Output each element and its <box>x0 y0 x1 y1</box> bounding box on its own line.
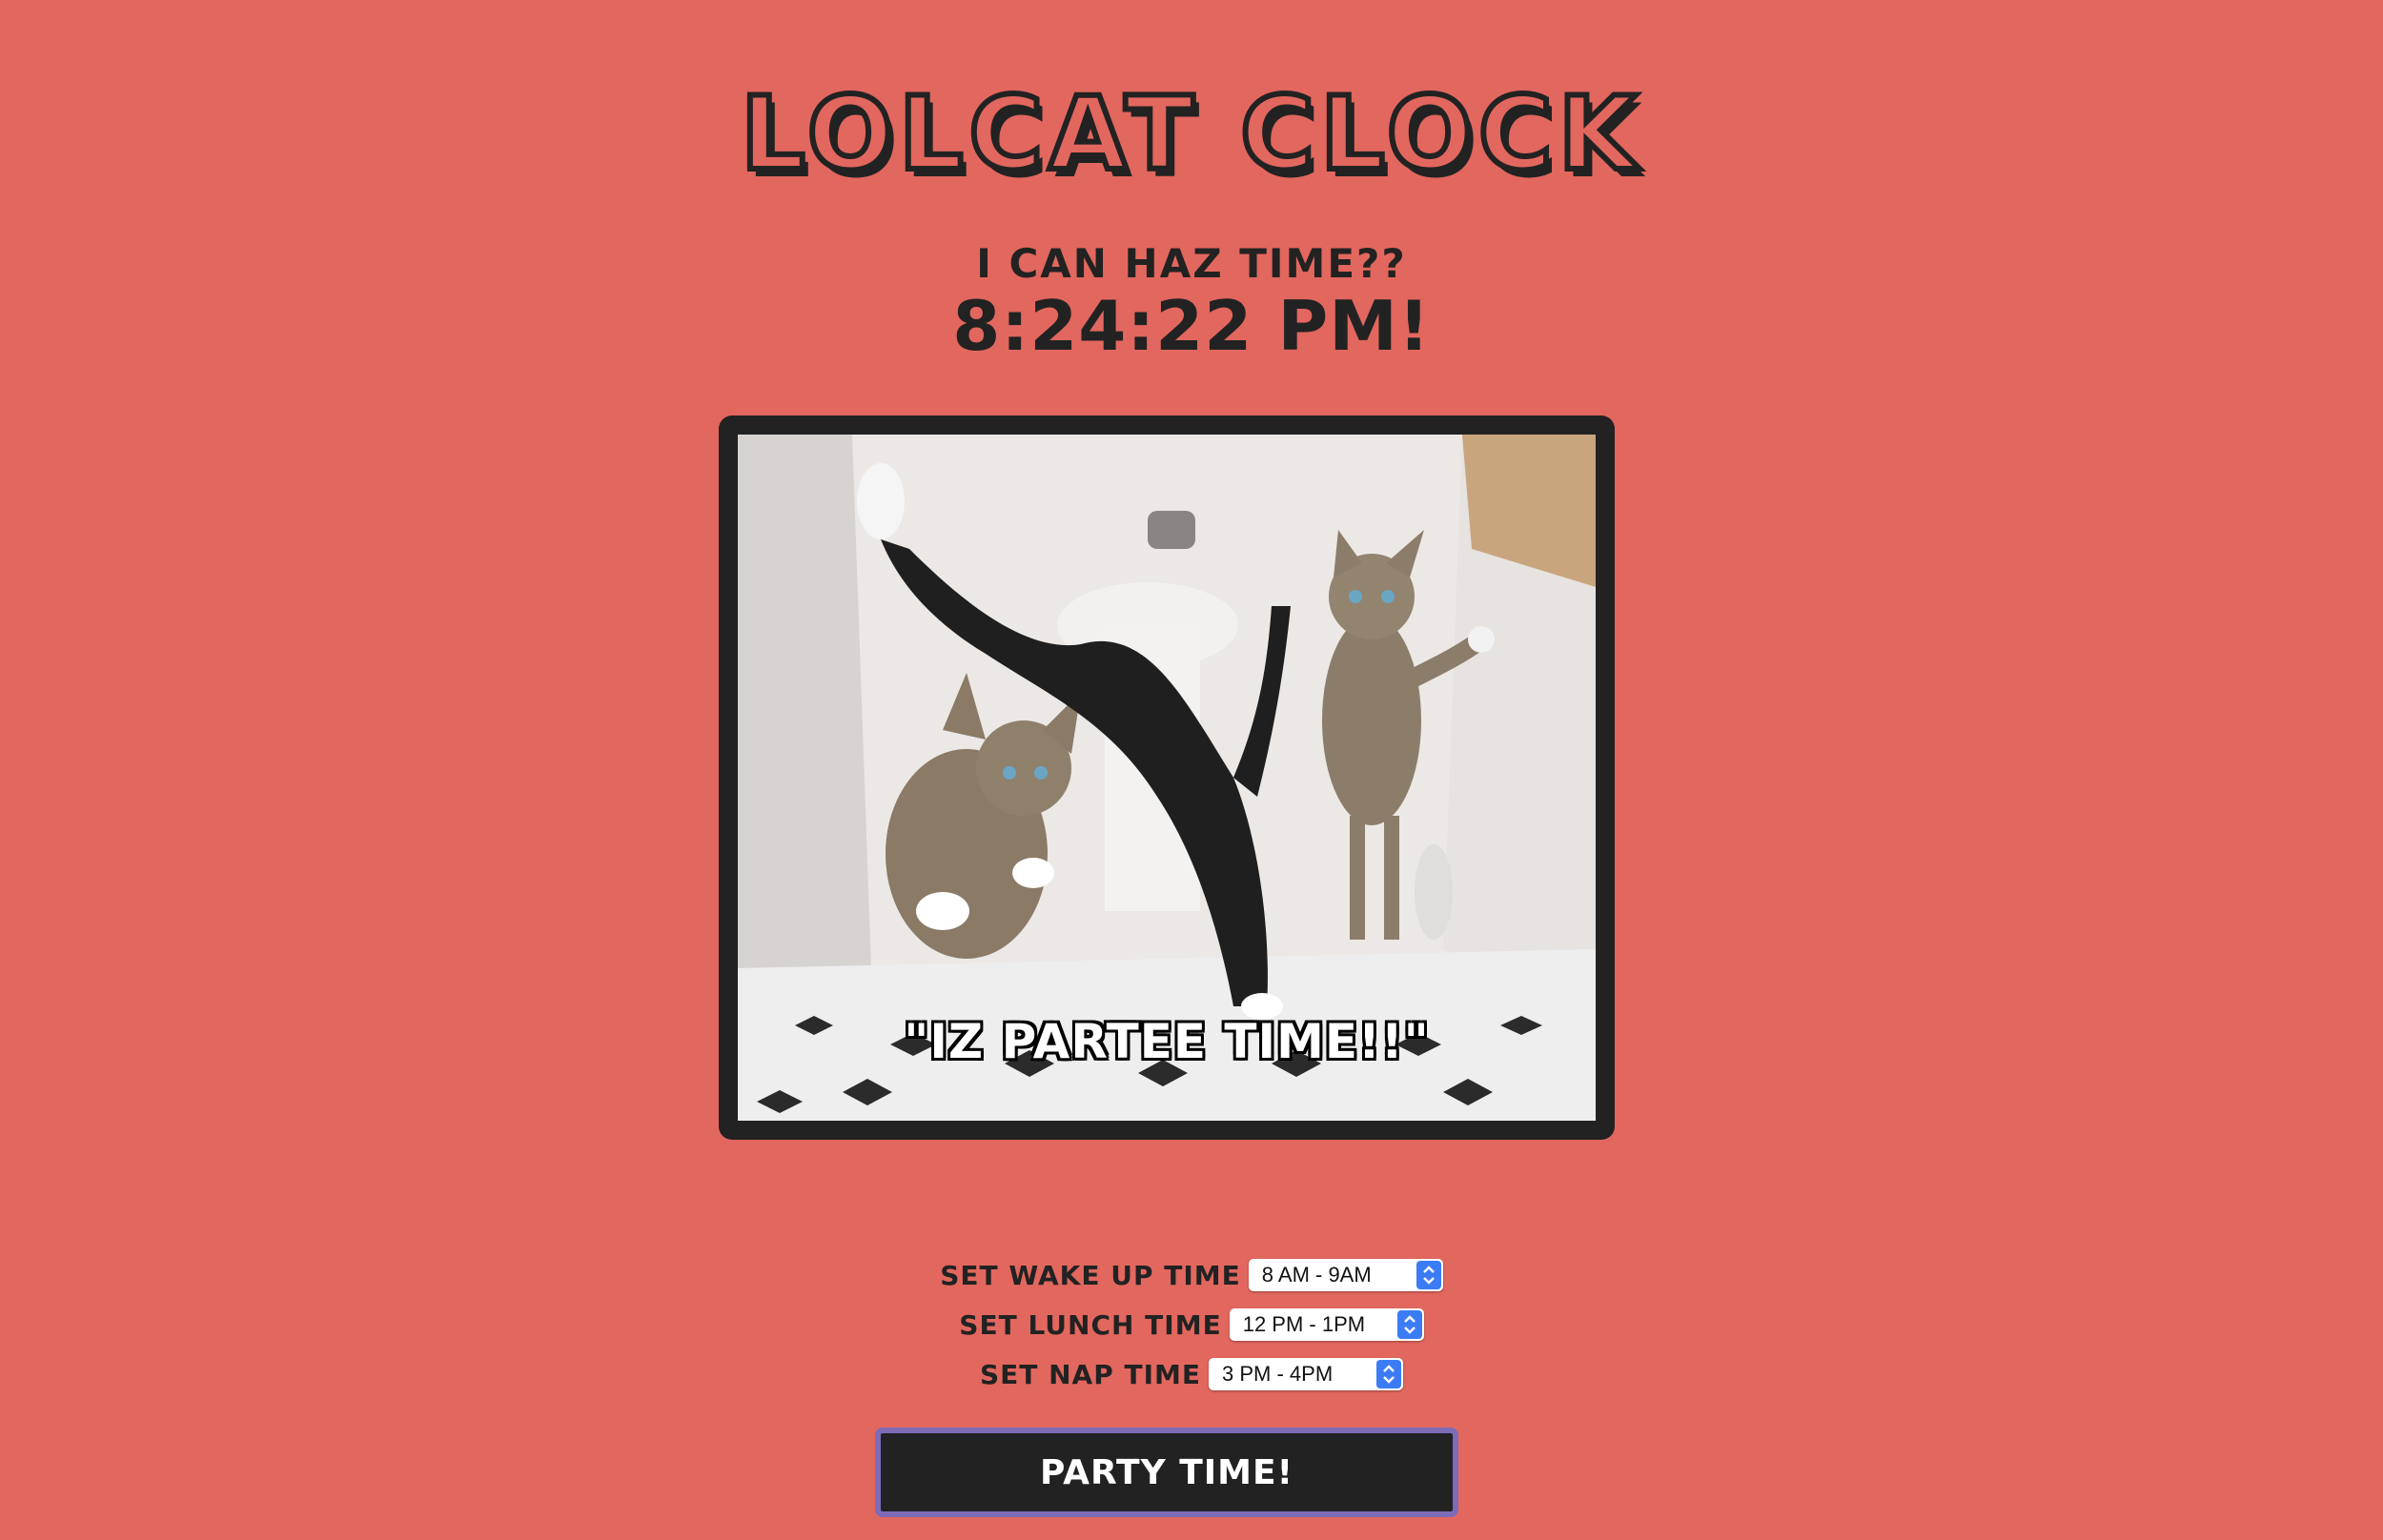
lunch-row: SET LUNCH TIME 12 PM - 1PM <box>0 1300 2383 1349</box>
select-arrows-icon <box>1376 1360 1402 1388</box>
select-arrows-icon <box>1396 1310 1422 1339</box>
lolcat-image: "IZ PARTEE TIME!!" <box>738 435 1596 1121</box>
wake-up-label: SET WAKE UP TIME <box>940 1259 1241 1291</box>
lunch-value: 12 PM - 1PM <box>1242 1312 1366 1336</box>
page-title: LOLCAT CLOCK <box>738 75 1642 192</box>
time-subtitle: I CAN HAZ TIME?? <box>976 240 1407 287</box>
alarm-controls: SET WAKE UP TIME 8 AM - 9AM SET LUNCH TI… <box>0 1250 2383 1399</box>
nap-row: SET NAP TIME 3 PM - 4PM <box>0 1349 2383 1399</box>
lunch-label: SET LUNCH TIME <box>959 1308 1222 1341</box>
image-caption: "IZ PARTEE TIME!!" <box>904 1014 1430 1069</box>
nap-value: 3 PM - 4PM <box>1222 1362 1334 1386</box>
clock-display: 8:24:22 PM! <box>952 286 1431 366</box>
wake-up-select[interactable]: 8 AM - 9AM <box>1248 1259 1443 1291</box>
select-arrows-icon <box>1416 1261 1441 1289</box>
wake-up-value: 8 AM - 9AM <box>1261 1263 1372 1287</box>
wake-up-row: SET WAKE UP TIME 8 AM - 9AM <box>0 1250 2383 1300</box>
lunch-select[interactable]: 12 PM - 1PM <box>1229 1308 1424 1341</box>
nap-select[interactable]: 3 PM - 4PM <box>1209 1358 1404 1390</box>
nap-label: SET NAP TIME <box>979 1358 1202 1390</box>
lolcat-image-frame: "IZ PARTEE TIME!!" <box>719 415 1615 1140</box>
party-time-button[interactable]: PARTY TIME! <box>875 1428 1458 1517</box>
